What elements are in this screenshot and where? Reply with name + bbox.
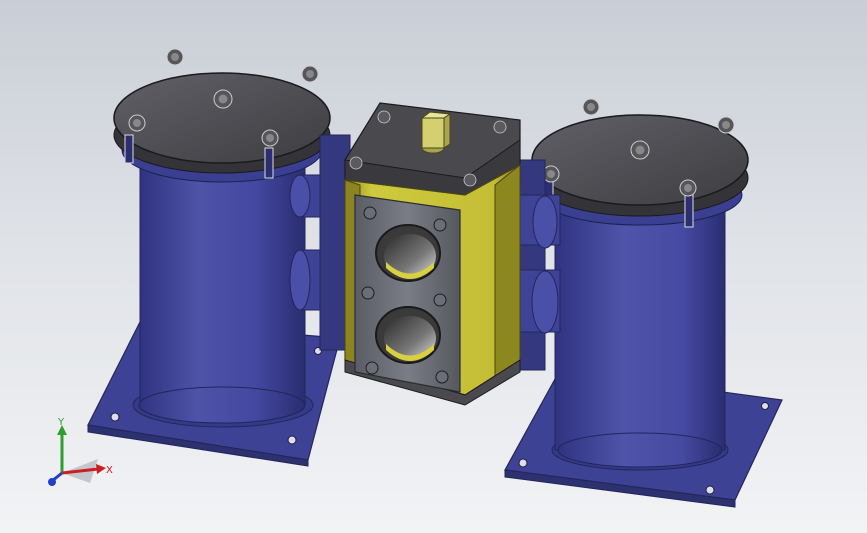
y-axis-label: Y (57, 417, 65, 428)
x-axis-arrow (96, 464, 106, 474)
duplex-filter-model[interactable] (0, 0, 867, 533)
clamp (684, 194, 694, 228)
lid-bolt (213, 89, 233, 109)
bolt-hole (518, 458, 528, 468)
cap-bolt (493, 120, 507, 134)
lid-bolt (679, 179, 697, 197)
lower-port-window (375, 306, 441, 364)
lid-bolt (630, 140, 650, 160)
left-filter-housing[interactable] (113, 48, 331, 428)
changeover-valve-block[interactable] (344, 102, 521, 406)
z-axis-end (48, 478, 56, 486)
plate-bolt (363, 206, 377, 220)
plate-bolt (435, 370, 449, 384)
lid-bolt (261, 129, 279, 147)
clamp (124, 134, 134, 164)
lid-bolt (128, 114, 146, 132)
bolt-hole (287, 435, 297, 445)
plate-bolt (433, 218, 447, 232)
bolt-hole (705, 485, 715, 495)
lid-bolt (717, 116, 735, 134)
valve-stem[interactable] (420, 111, 452, 154)
left-lid[interactable] (113, 72, 331, 164)
right-filter-housing[interactable] (531, 98, 749, 471)
cap-bolt (349, 156, 363, 170)
cap-bolt (377, 110, 391, 124)
lid-bolt (166, 48, 184, 66)
plate-bolt (433, 293, 447, 307)
right-lid[interactable] (531, 114, 749, 206)
upper-port-window (375, 224, 441, 282)
lid-bolt (582, 98, 600, 116)
cap-bolt (463, 173, 477, 187)
lid-bolt (301, 65, 319, 83)
x-axis-label: X (106, 465, 113, 476)
plate-bolt (361, 286, 375, 300)
plate-bolt (365, 361, 379, 375)
view-triad[interactable]: Y X (40, 415, 120, 495)
bolt-hole (761, 402, 769, 410)
cad-viewport[interactable]: Y X (0, 0, 867, 533)
clamp (264, 147, 274, 179)
